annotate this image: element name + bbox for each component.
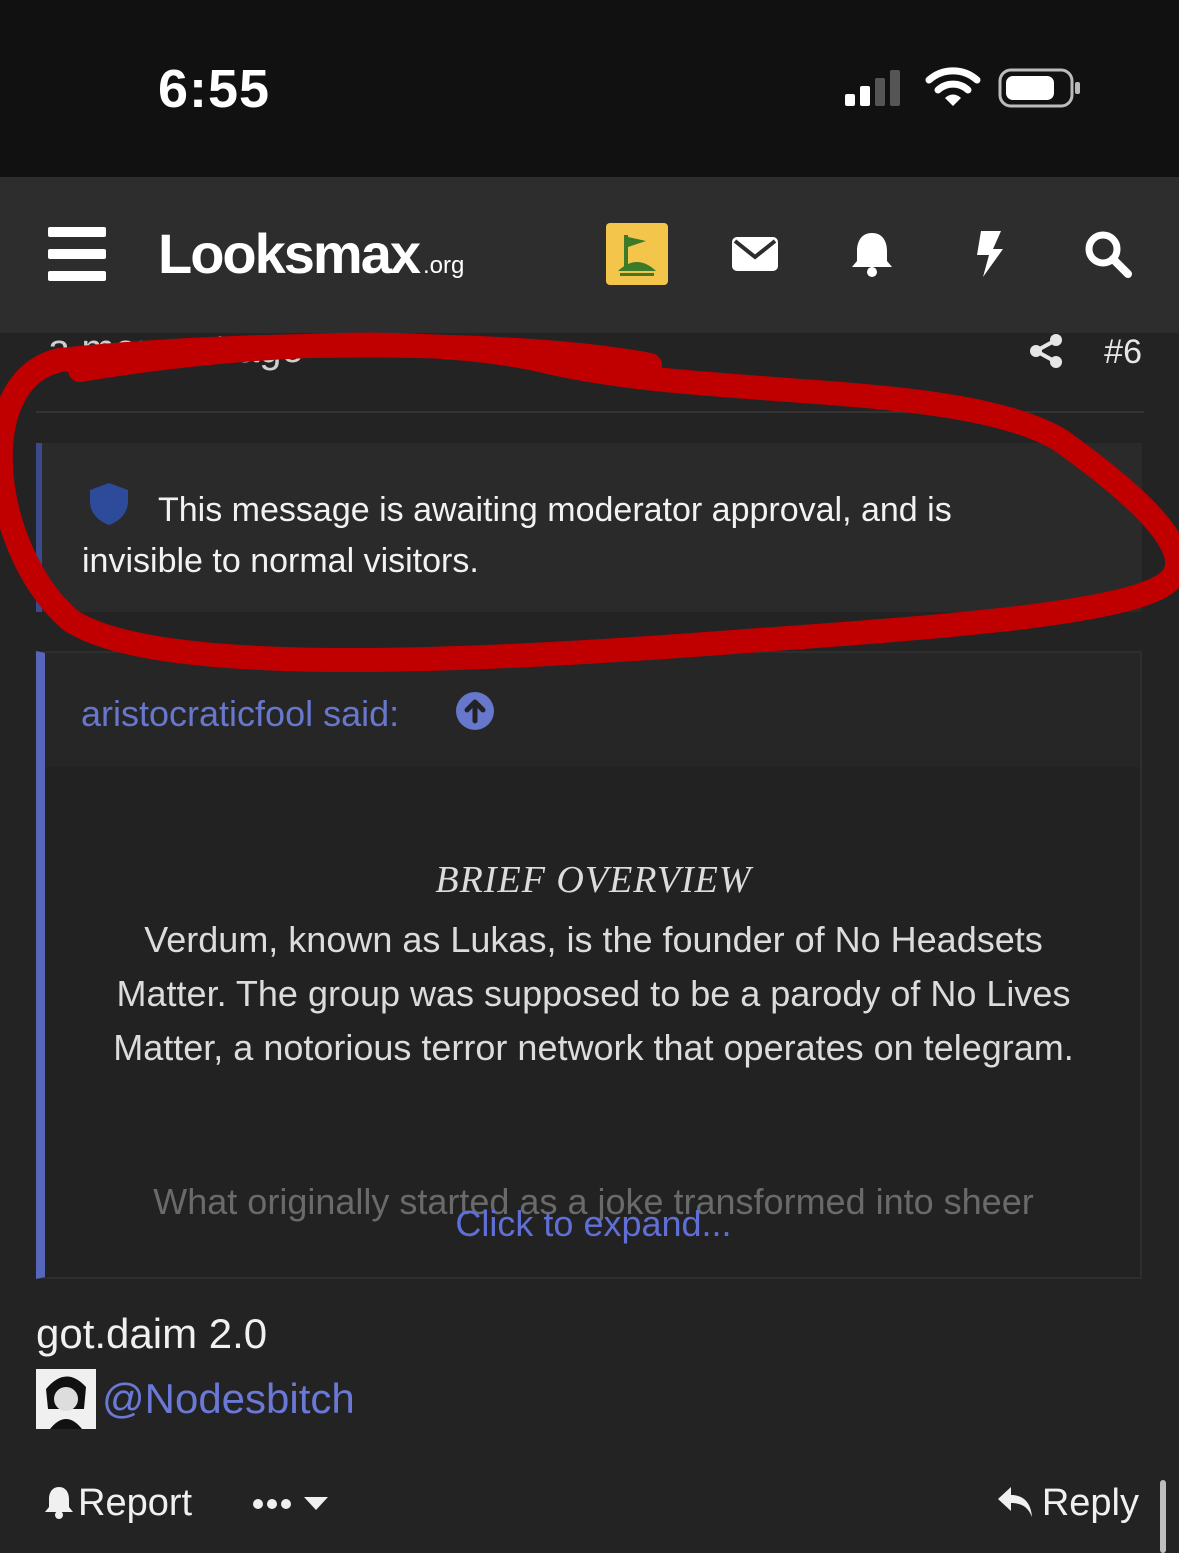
jump-to-quote-icon[interactable] xyxy=(455,691,495,731)
quote-body: Verdum, known as Lukas, is the founder o… xyxy=(113,919,1074,1068)
user-avatar-button[interactable] xyxy=(606,223,668,285)
menu-icon-bar xyxy=(48,249,106,259)
post-number-link[interactable]: #6 xyxy=(1104,333,1142,372)
more-options-button[interactable] xyxy=(252,1492,332,1521)
site-logo[interactable]: Looksmax .org xyxy=(158,221,464,286)
report-button[interactable]: Report xyxy=(44,1482,192,1525)
signature-mention-link[interactable]: @Nodesbitch xyxy=(102,1375,355,1423)
menu-button[interactable] xyxy=(48,227,108,281)
report-label: Report xyxy=(78,1482,193,1524)
logo-suffix: .org xyxy=(423,252,465,279)
battery-icon xyxy=(998,68,1080,108)
more-dots-chevron-icon xyxy=(253,1497,328,1510)
signature-avatar-image xyxy=(46,1376,86,1429)
post-meta-bar: a moment ago #6 xyxy=(36,333,1144,413)
search-icon[interactable] xyxy=(1083,229,1133,279)
quote-header: aristocraticfool said: xyxy=(45,653,1140,767)
logo-text: Looksmax xyxy=(158,222,421,285)
reply-label: Reply xyxy=(1041,1482,1139,1524)
menu-icon-bar xyxy=(48,271,106,281)
signature-avatar xyxy=(36,1369,96,1429)
post-message-text: got.daim 2.0 xyxy=(36,1310,268,1357)
status-time: 6:55 xyxy=(158,59,271,119)
post-timestamp[interactable]: a moment ago xyxy=(48,333,304,372)
click-to-expand-link[interactable]: Click to expand... xyxy=(45,1203,1140,1245)
bell-icon[interactable] xyxy=(847,229,897,279)
moderation-notice-text: This message is awaiting moderator appro… xyxy=(82,491,952,580)
quote-block: aristocraticfool said: BRIEF OVERVIEW Ve… xyxy=(36,651,1142,1279)
wifi-icon xyxy=(925,67,981,106)
scrollbar-thumb[interactable] xyxy=(1160,1480,1166,1553)
moderation-notice: This message is awaiting moderator appro… xyxy=(36,443,1142,612)
cellular-signal-icon xyxy=(845,70,900,106)
quote-author-link[interactable]: aristocraticfool said: xyxy=(81,693,399,735)
lightning-icon[interactable] xyxy=(965,229,1015,279)
quote-title: BRIEF OVERVIEW xyxy=(435,859,752,901)
reply-button[interactable]: Reply xyxy=(996,1482,1139,1525)
status-bar: 6:55 xyxy=(0,0,1179,177)
envelope-icon[interactable] xyxy=(730,229,780,279)
reply-arrow-icon xyxy=(997,1487,1032,1517)
top-navbar: Looksmax .org xyxy=(0,177,1179,333)
share-icon[interactable] xyxy=(1028,333,1064,369)
menu-icon-bar xyxy=(48,227,106,237)
bell-icon xyxy=(45,1487,73,1519)
user-avatar-image xyxy=(618,235,656,276)
post-actions-bar: Report Reply xyxy=(0,1470,1179,1553)
